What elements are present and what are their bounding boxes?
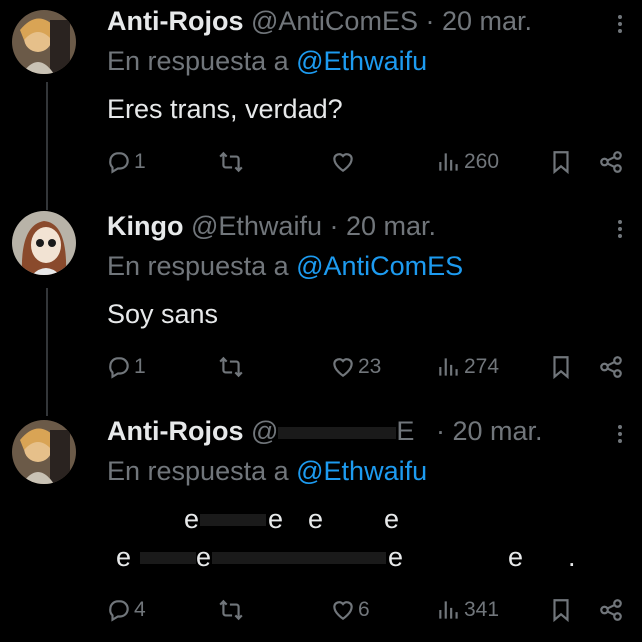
author-name[interactable]: Anti-Rojos [107,416,243,446]
author-handle[interactable]: @ E [251,416,414,446]
reply-count: 4 [134,598,146,621]
tweet[interactable]: Kingo @Ethwaifu · 20 mar. En respuesta a… [0,205,642,405]
text-fragment: e [268,504,284,534]
reply-button[interactable]: 1 [106,146,146,178]
tweet-header: Anti-Rojos @ E · 20 mar. [107,414,543,448]
reply-context: En respuesta a @AntiComES [107,249,463,283]
tweet-text: Eres trans, verdad? [107,94,343,124]
reply-button[interactable]: 1 [106,351,146,383]
like-count: 6 [358,598,370,621]
author-name[interactable]: Anti-Rojos [107,6,243,36]
tweet-header: Kingo @Ethwaifu · 20 mar. [107,209,436,243]
redaction [200,514,266,526]
share-icon [600,599,622,621]
like-button[interactable]: 23 [330,351,381,383]
views-count: 274 [464,355,500,378]
views-count: 260 [464,150,500,173]
handle-end: E [396,416,415,446]
reply-prefix: En respuesta a [107,456,289,486]
text-fragment: e [116,542,132,572]
reply-icon [109,152,129,174]
text-fragment: e [384,504,400,534]
tweet[interactable]: Anti-Rojos @ E · 20 mar. En respuesta a @… [0,410,642,642]
text-fragment: e [308,504,324,534]
reply-context: En respuesta a @Ethwaifu [107,44,427,78]
more-icon[interactable] [618,12,624,36]
action-bar: 1 23 274 [0,351,642,385]
action-bar: 4 6 341 [0,594,642,628]
views-button[interactable]: 274 [436,351,499,383]
author-handle[interactable]: @AntiComES [251,6,418,36]
author-name[interactable]: Kingo [107,211,183,241]
views-count: 341 [464,598,500,621]
retweet-icon [219,151,243,173]
like-icon [333,358,353,377]
redaction [212,552,386,564]
redaction [140,552,196,564]
redaction [278,426,397,439]
text-fragment: . [568,542,576,572]
bookmark-icon [553,151,569,175]
like-count: 23 [358,355,382,378]
handle-start: @ [251,416,279,446]
views-button[interactable]: 341 [436,594,499,626]
text-fragment: e [196,542,212,572]
retweet-button[interactable] [218,594,246,626]
more-icon[interactable] [618,217,624,241]
reply-prefix: En respuesta a [107,46,289,76]
retweet-icon [219,599,243,621]
bookmark-button[interactable] [548,594,574,626]
views-icon [439,601,458,619]
bookmark-icon [553,356,569,380]
share-button[interactable] [598,146,624,178]
tweet-date[interactable]: · 20 mar. [436,416,543,446]
text-fragment: e [508,542,524,572]
tweet-date[interactable]: · 20 mar. [329,211,436,241]
tweet-date[interactable]: · 20 mar. [425,6,532,36]
reply-count: 1 [134,355,146,378]
reply-prefix: En respuesta a [107,251,289,281]
tweet-header: Anti-Rojos @AntiComES · 20 mar. [107,4,532,38]
author-handle[interactable]: @Ethwaifu [191,211,322,241]
tweet-text: e e e e e e e e . [0,502,642,582]
share-button[interactable] [598,594,624,626]
reply-button[interactable]: 4 [106,594,146,626]
tweet-text: Soy sans [107,299,219,329]
like-button[interactable] [330,146,358,178]
share-icon [600,356,622,378]
reply-to-link[interactable]: @Ethwaifu [296,46,427,76]
action-bar: 1 260 [0,146,642,180]
bookmark-icon [553,599,569,623]
text-fragment: e [388,542,404,572]
reply-to-link[interactable]: @Ethwaifu [296,456,427,486]
reply-to-link[interactable]: @AntiComES [296,251,463,281]
text-fragment: e [184,504,200,534]
views-icon [439,358,458,376]
retweet-button[interactable] [218,146,246,178]
views-button[interactable]: 260 [436,146,499,178]
avatar[interactable] [12,10,76,74]
reply-icon [109,600,129,622]
bookmark-button[interactable] [548,146,574,178]
retweet-button[interactable] [218,351,246,383]
share-icon [600,151,622,173]
tweet[interactable]: Anti-Rojos @AntiComES · 20 mar. En respu… [0,0,642,200]
bookmark-button[interactable] [548,351,574,383]
reply-icon [109,357,129,379]
like-icon [333,153,353,172]
avatar[interactable] [12,420,76,484]
reply-count: 1 [134,150,146,173]
avatar[interactable] [12,211,76,275]
reply-context: En respuesta a @Ethwaifu [107,454,427,488]
more-icon[interactable] [618,422,624,446]
views-icon [439,153,458,171]
retweet-icon [219,356,243,378]
like-button[interactable]: 6 [330,594,370,626]
like-icon [333,601,353,620]
share-button[interactable] [598,351,624,383]
